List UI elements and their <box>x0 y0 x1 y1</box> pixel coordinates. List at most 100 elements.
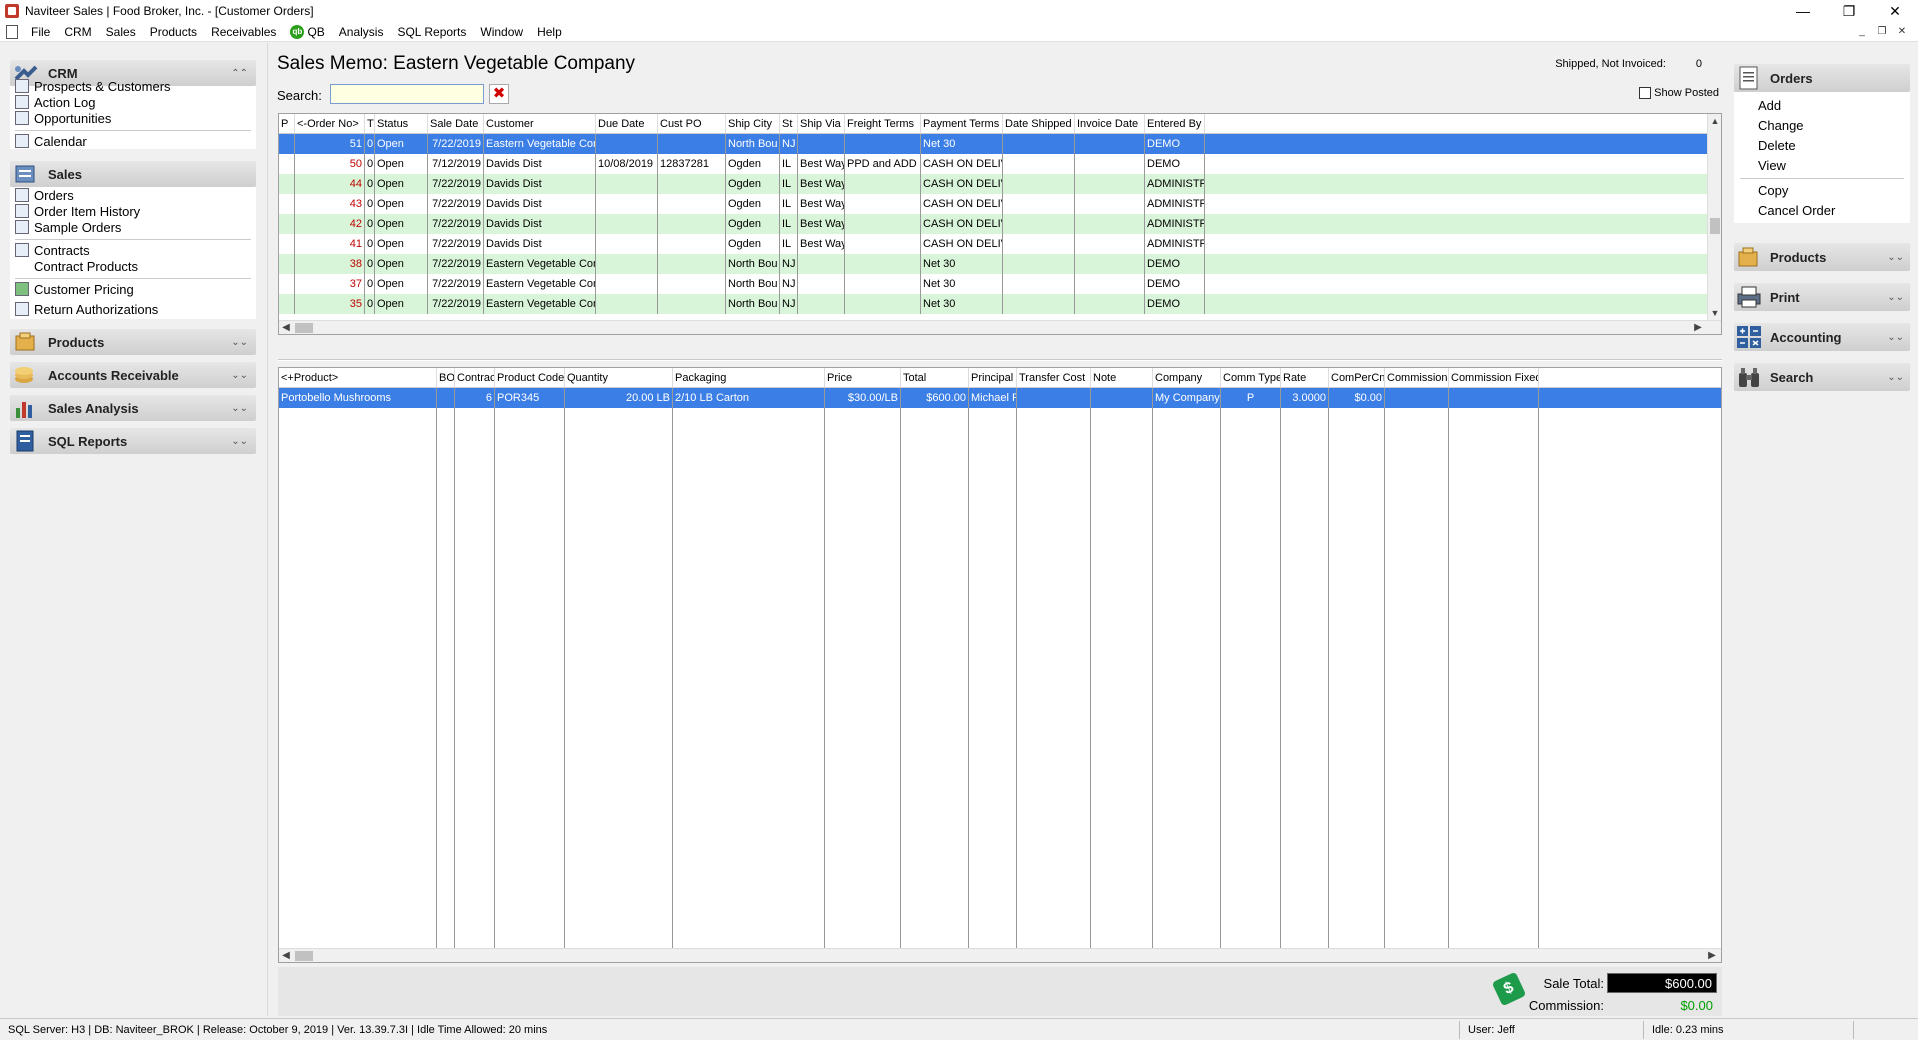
table-row[interactable]: Portobello Mushrooms 6 POR345 20.00 LB 2/10 … <box>279 388 1721 408</box>
sidebar-item-customer-pricing[interactable]: Customer Pricing <box>10 279 256 299</box>
table-row[interactable]: 38 0 Open 7/22/2019 Eastern Vegetable Con Nor… <box>279 254 1707 274</box>
menu-file[interactable]: File <box>24 22 57 42</box>
copy-order-button[interactable]: Copy <box>1734 181 1910 201</box>
sidebar-item-opportunities[interactable]: Opportunities <box>10 108 256 128</box>
column-header[interactable]: Customer <box>484 114 596 133</box>
table-row[interactable]: 44 0 Open 7/22/2019 Davids Dist Ogden IL Best W… <box>279 174 1707 194</box>
scroll-right-icon[interactable]: ▶ <box>1705 949 1719 962</box>
mdi-close-button[interactable]: ✕ <box>1892 24 1912 40</box>
sidebar-item-return-authorizations[interactable]: Return Authorizations <box>10 299 256 319</box>
products-actions-header[interactable]: Products ⌄⌄ <box>1734 243 1910 271</box>
sales-group-header[interactable]: Sales <box>10 161 256 187</box>
column-header[interactable]: BO <box>437 368 455 387</box>
scroll-down-icon[interactable]: ▼ <box>1708 308 1721 318</box>
cancel-order-button[interactable]: Cancel Order <box>1734 201 1910 221</box>
sidebar-item-contract-products[interactable]: Contract Products <box>10 256 256 276</box>
column-header[interactable]: T <box>365 114 375 133</box>
delete-order-button[interactable]: Delete <box>1734 136 1910 156</box>
column-header[interactable]: Invoice Date <box>1075 114 1145 133</box>
menu-crm[interactable]: CRM <box>57 22 98 42</box>
column-header[interactable]: Ship Via <box>798 114 845 133</box>
table-row[interactable]: 50 0 Open 7/12/2019 Davids Dist 10/08/2019 128… <box>279 154 1707 174</box>
scroll-left-icon[interactable]: ◀ <box>279 949 293 962</box>
table-row[interactable]: 35 0 Open 7/22/2019 Eastern Vegetable Con Nor… <box>279 294 1707 314</box>
view-order-button[interactable]: View <box>1734 156 1910 176</box>
accounts-receivable-group-header[interactable]: Accounts Receivable ⌄⌄ <box>10 362 256 388</box>
menu-sql-reports[interactable]: SQL Reports <box>390 22 473 42</box>
table-row[interactable]: 42 0 Open 7/22/2019 Davids Dist Ogden IL Best W… <box>279 214 1707 234</box>
grid-splitter[interactable] <box>278 359 1722 361</box>
scroll-thumb[interactable] <box>295 951 313 961</box>
column-header[interactable]: Note <box>1091 368 1153 387</box>
column-header[interactable]: Sale Date <box>428 114 484 133</box>
sidebar-item-calendar[interactable]: Calendar <box>10 131 256 151</box>
sql-reports-group-header[interactable]: SQL Reports ⌄⌄ <box>10 428 256 454</box>
minimize-button[interactable]: — <box>1780 0 1826 22</box>
expand-icon[interactable]: ⌄⌄ <box>1887 372 1904 383</box>
menu-window[interactable]: Window <box>473 22 530 42</box>
column-header[interactable]: <+Product> <box>279 368 437 387</box>
column-header[interactable]: Transfer Cost <box>1017 368 1091 387</box>
column-header[interactable]: <-Order No> <box>295 114 365 133</box>
table-row[interactable]: 41 0 Open 7/22/2019 Davids Dist Ogden IL Best W… <box>279 234 1707 254</box>
column-header[interactable]: Quantity <box>565 368 673 387</box>
column-header[interactable]: Price <box>825 368 901 387</box>
column-header[interactable]: Due Date <box>596 114 658 133</box>
column-header[interactable]: Payment Terms <box>921 114 1003 133</box>
menu-qb[interactable]: qb QB <box>283 22 331 42</box>
orders-grid[interactable]: P <-Order No> T Status Sale Date Customer Due … <box>278 113 1722 335</box>
column-header[interactable]: Product Code <box>495 368 565 387</box>
expand-icon[interactable]: ⌄⌄ <box>231 403 248 414</box>
show-posted-checkbox[interactable]: Show Posted <box>1639 87 1719 99</box>
close-button[interactable]: ✕ <box>1872 0 1918 22</box>
change-order-button[interactable]: Change <box>1734 116 1910 136</box>
column-header[interactable]: St <box>780 114 798 133</box>
document-icon[interactable] <box>6 24 18 39</box>
column-header[interactable]: Total <box>901 368 969 387</box>
checkbox-box[interactable] <box>1639 87 1652 99</box>
print-actions-header[interactable]: Print ⌄⌄ <box>1734 283 1910 311</box>
menu-receivables[interactable]: Receivables <box>204 22 283 42</box>
column-header[interactable]: Date Shipped <box>1003 114 1075 133</box>
column-header[interactable]: Entered By <box>1145 114 1205 133</box>
scroll-left-icon[interactable]: ◀ <box>279 321 293 334</box>
column-header[interactable]: Packaging <box>673 368 825 387</box>
column-header[interactable]: Rate <box>1281 368 1329 387</box>
column-header[interactable]: Contract <box>455 368 495 387</box>
menu-help[interactable]: Help <box>530 22 569 42</box>
horizontal-scrollbar[interactable]: ◀ ▶ <box>279 320 1721 334</box>
search-input[interactable] <box>330 84 484 104</box>
products-group-header[interactable]: Products ⌄⌄ <box>10 329 256 355</box>
scroll-up-icon[interactable]: ▲ <box>1708 116 1721 126</box>
scroll-thumb[interactable] <box>1710 218 1720 234</box>
column-header[interactable]: Cust PO <box>658 114 726 133</box>
menu-analysis[interactable]: Analysis <box>332 22 391 42</box>
scroll-thumb[interactable] <box>295 323 313 333</box>
scroll-right-icon[interactable]: ▶ <box>1691 321 1705 334</box>
mdi-restore-button[interactable]: ❐ <box>1872 24 1892 40</box>
column-header[interactable]: Company <box>1153 368 1221 387</box>
sales-analysis-group-header[interactable]: Sales Analysis ⌄⌄ <box>10 395 256 421</box>
order-items-grid[interactable]: <+Product> BO Contract Product Code Quantity… <box>278 367 1722 963</box>
column-header[interactable]: Status <box>375 114 428 133</box>
expand-icon[interactable]: ⌄⌄ <box>231 370 248 381</box>
column-header[interactable]: Ship City <box>726 114 780 133</box>
menu-sales[interactable]: Sales <box>99 22 143 42</box>
column-header[interactable]: ComPerCnt <box>1329 368 1385 387</box>
column-header[interactable]: Comm Type <box>1221 368 1281 387</box>
expand-icon[interactable]: ⌄⌄ <box>1887 332 1904 343</box>
search-actions-header[interactable]: Search ⌄⌄ <box>1734 363 1910 391</box>
column-header[interactable]: Freight Terms <box>845 114 921 133</box>
expand-icon[interactable]: ⌄⌄ <box>1887 252 1904 263</box>
expand-icon[interactable]: ⌄⌄ <box>1887 292 1904 303</box>
add-order-button[interactable]: Add <box>1734 96 1910 116</box>
orders-actions-header[interactable]: Orders <box>1734 64 1910 92</box>
column-header[interactable]: Commission <box>1385 368 1449 387</box>
column-header[interactable]: Principal <box>969 368 1017 387</box>
table-row[interactable]: 37 0 Open 7/22/2019 Eastern Vegetable Con Nor… <box>279 274 1707 294</box>
restore-button[interactable]: ❐ <box>1826 0 1872 22</box>
sidebar-item-sample-orders[interactable]: Sample Orders <box>10 217 256 237</box>
horizontal-scrollbar[interactable]: ◀ ▶ <box>279 948 1721 962</box>
clear-search-icon[interactable]: ✖ <box>489 84 509 104</box>
accounting-actions-header[interactable]: Accounting ⌄⌄ <box>1734 323 1910 351</box>
